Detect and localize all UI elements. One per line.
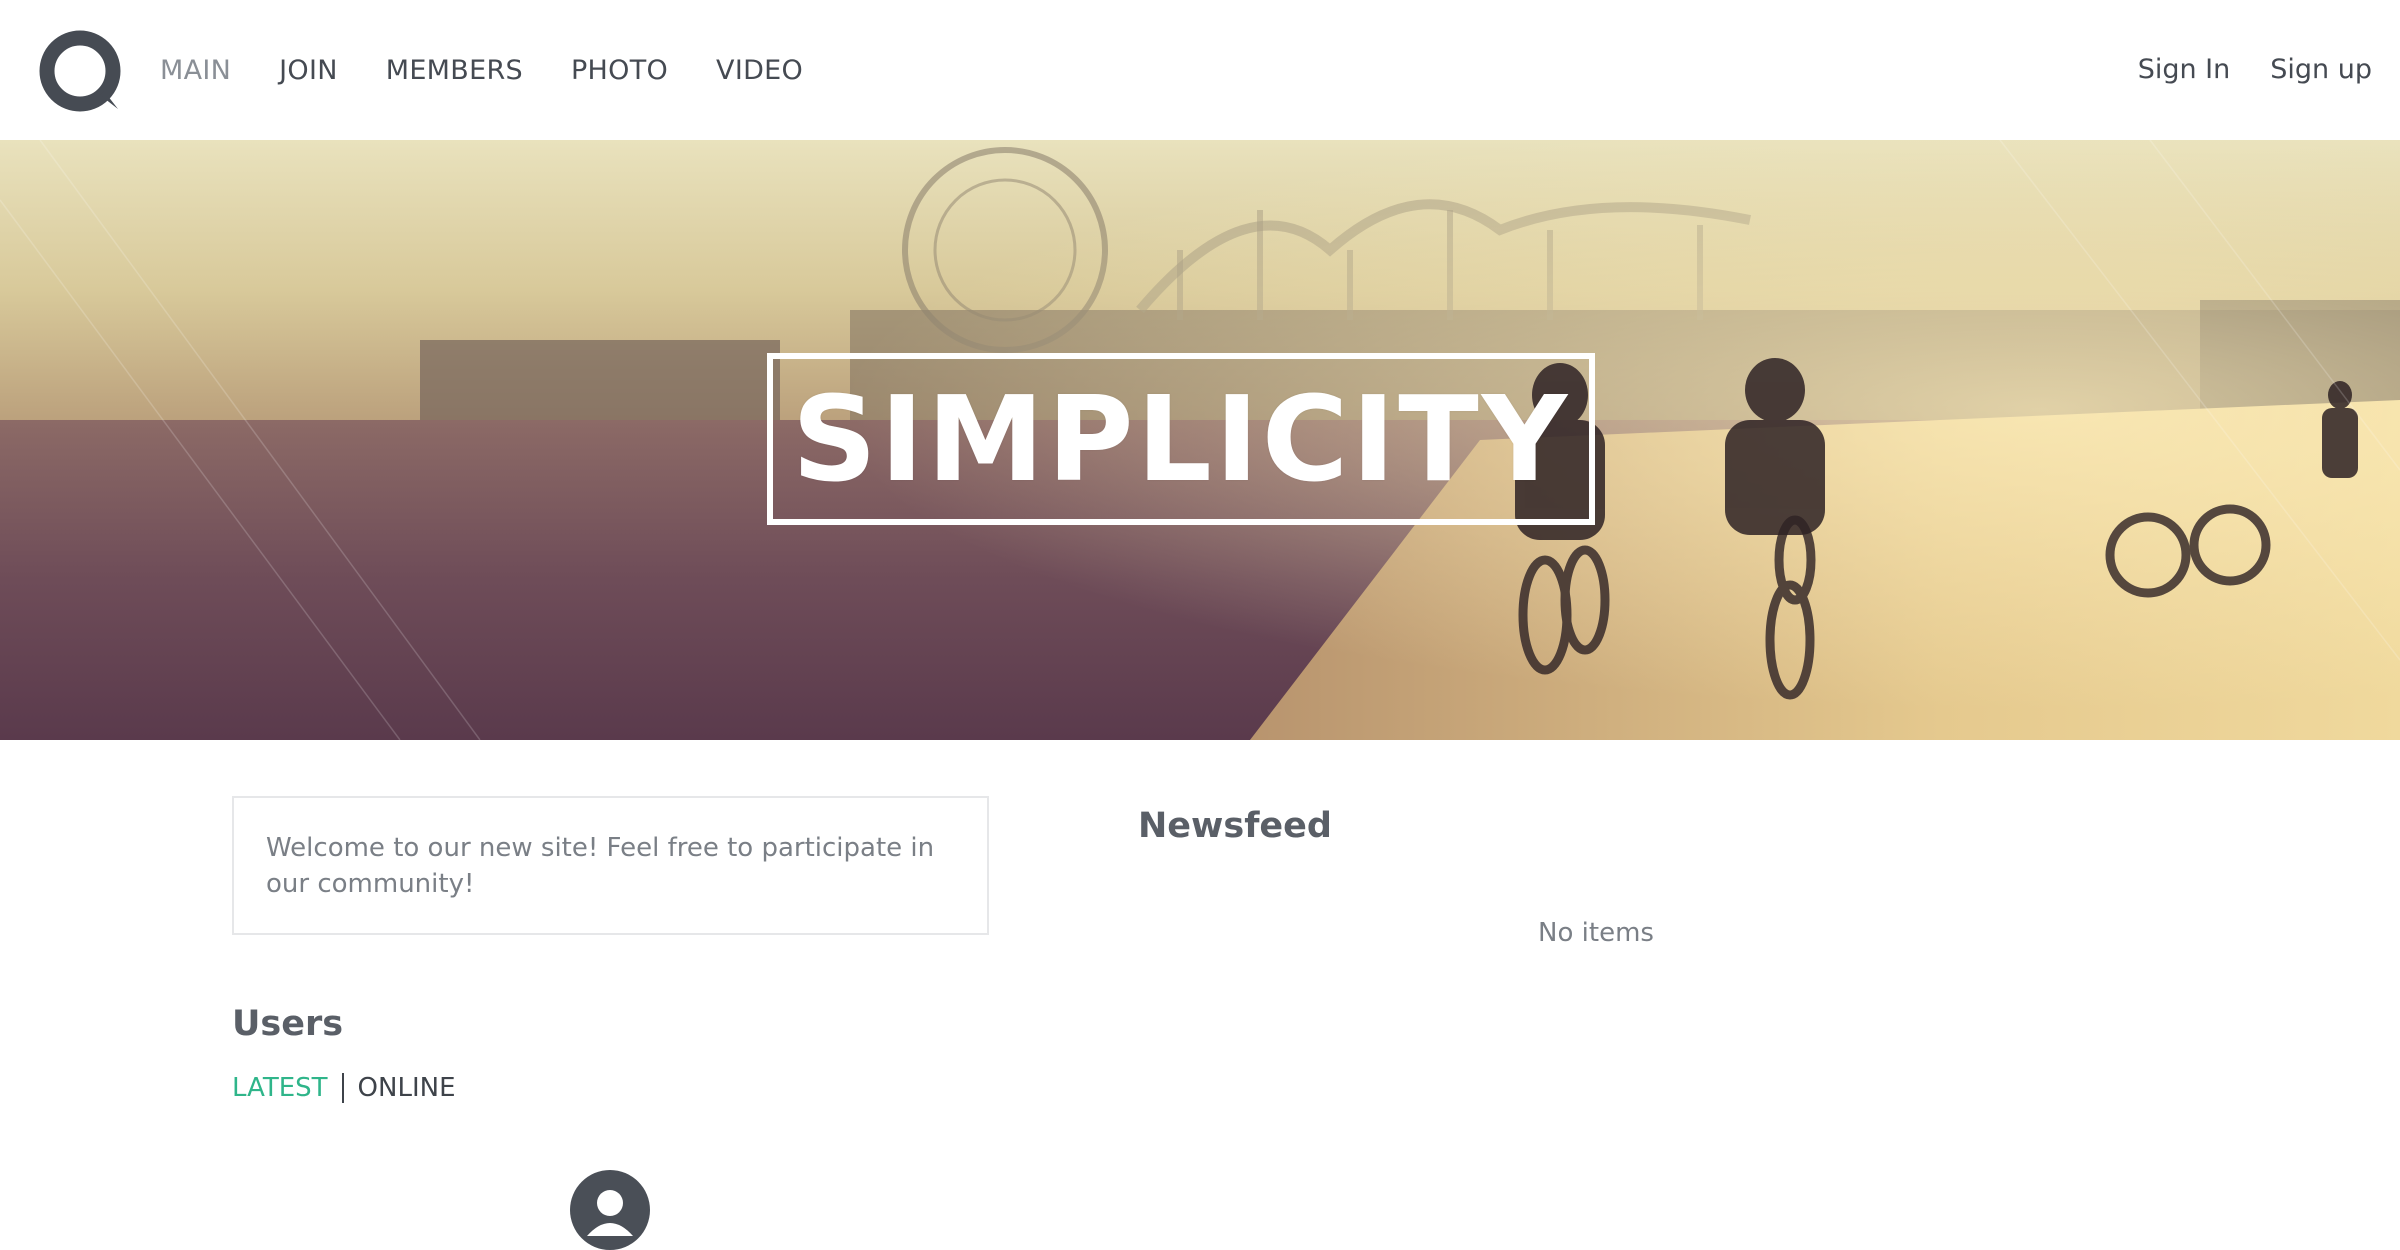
auth-links: Sign In Sign up bbox=[2138, 0, 2372, 138]
newsfeed-title: Newsfeed bbox=[1138, 806, 1332, 846]
tab-latest[interactable]: LATEST bbox=[232, 1073, 328, 1103]
users-tabs: LATEST ONLINE bbox=[232, 1073, 456, 1103]
tab-separator bbox=[341, 1073, 344, 1103]
nav-item-main[interactable]: MAIN bbox=[160, 55, 231, 86]
nav-item-video[interactable]: VIDEO bbox=[716, 55, 803, 86]
nav-item-photo[interactable]: PHOTO bbox=[571, 55, 668, 86]
top-navigation-bar: MAIN JOIN MEMBERS PHOTO VIDEO Sign In Si… bbox=[0, 0, 2400, 140]
nav-item-join[interactable]: JOIN bbox=[279, 55, 338, 86]
hero-banner: SIMPLICITY bbox=[0, 140, 2400, 740]
tab-online[interactable]: ONLINE bbox=[358, 1073, 456, 1103]
sign-up-link[interactable]: Sign up bbox=[2270, 54, 2372, 85]
ring-logo-icon[interactable] bbox=[38, 29, 122, 113]
hero-title: SIMPLICITY bbox=[791, 370, 1571, 508]
main-nav: MAIN JOIN MEMBERS PHOTO VIDEO bbox=[160, 0, 803, 140]
nav-item-members[interactable]: MEMBERS bbox=[386, 55, 523, 86]
users-title: Users bbox=[232, 1004, 344, 1044]
newsfeed-empty-text: No items bbox=[1538, 918, 1654, 948]
user-avatar-icon[interactable] bbox=[570, 1170, 650, 1250]
hero-title-frame: SIMPLICITY bbox=[767, 353, 1595, 525]
welcome-message: Welcome to our new site! Feel free to pa… bbox=[232, 796, 989, 935]
sign-in-link[interactable]: Sign In bbox=[2138, 54, 2231, 85]
